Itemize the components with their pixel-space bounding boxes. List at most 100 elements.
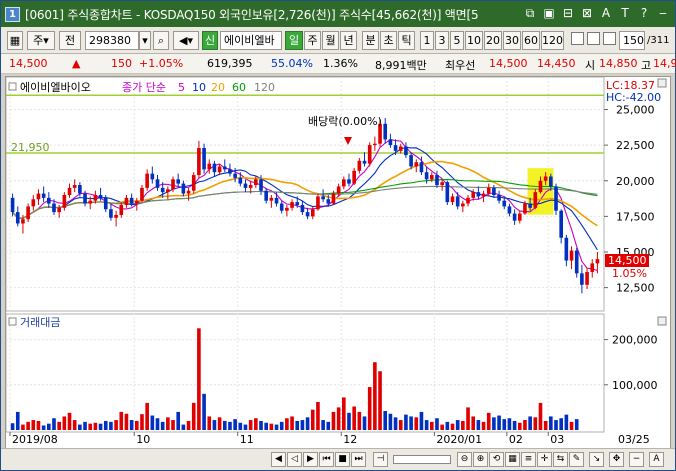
volume-bar bbox=[347, 412, 351, 430]
candle-body bbox=[450, 196, 455, 203]
interval-20-button[interactable]: 20 bbox=[484, 31, 502, 50]
option-checkbox-1[interactable] bbox=[571, 32, 584, 45]
candle-body bbox=[538, 180, 543, 193]
volume-bar bbox=[533, 417, 538, 430]
expand-icon[interactable]: ⊣ bbox=[373, 452, 388, 467]
volume-axis: 200,000 100,000 bbox=[604, 334, 658, 392]
compare-icon[interactable]: ⇆ bbox=[553, 452, 568, 467]
volume-bar bbox=[171, 420, 175, 430]
arrow-tool-icon[interactable]: ↘ bbox=[589, 452, 604, 467]
minus-zoom-icon[interactable]: − bbox=[629, 452, 644, 467]
zoom-out-icon[interactable]: ⊖ bbox=[457, 452, 472, 467]
interval-10-button[interactable]: 10 bbox=[465, 31, 483, 50]
candle-body bbox=[595, 259, 600, 264]
layout-icon[interactable]: ▣ bbox=[541, 5, 557, 21]
new-button[interactable]: 신 bbox=[202, 31, 218, 50]
candle-body bbox=[533, 192, 538, 208]
volume-pane[interactable] bbox=[5, 313, 605, 433]
stock-chart-svg[interactable]: 25,00022,50020,00017,50015,00012,500 200… bbox=[5, 76, 670, 448]
volume-pane-close-icon[interactable] bbox=[657, 316, 667, 326]
date-tick-label: 02 bbox=[509, 433, 523, 446]
split-icon[interactable]: ⊟ bbox=[560, 5, 576, 21]
candle-body bbox=[290, 202, 294, 208]
trade-amount: 8,991백만 bbox=[375, 59, 427, 72]
close-box-icon[interactable]: ⊠ bbox=[579, 5, 595, 21]
minimize-icon[interactable]: ‒ bbox=[655, 5, 671, 21]
bar-count-input[interactable]: 150 bbox=[619, 31, 645, 50]
interval-3-button[interactable]: 3 bbox=[435, 31, 449, 50]
volume-bar bbox=[300, 420, 305, 430]
candle-body bbox=[233, 173, 237, 178]
volume-bar bbox=[21, 424, 25, 430]
move-icon[interactable]: ✥ bbox=[609, 452, 624, 467]
font-size-icon[interactable]: A bbox=[598, 5, 614, 21]
volume-bar bbox=[264, 422, 268, 430]
volume-bar bbox=[398, 420, 403, 430]
volume-bar bbox=[41, 425, 46, 430]
interval-60-button[interactable]: 60 bbox=[522, 31, 540, 50]
volume-bar bbox=[321, 420, 325, 430]
stock-code-input[interactable]: 298380 bbox=[85, 31, 139, 50]
candle-body bbox=[67, 187, 72, 195]
draw-icon[interactable]: ✎ bbox=[569, 452, 584, 467]
candle-body bbox=[517, 213, 522, 221]
text-icon[interactable]: T bbox=[617, 5, 633, 21]
help-icon[interactable]: ? bbox=[636, 5, 652, 21]
period-second-button[interactable]: 초 bbox=[380, 31, 397, 50]
interval-120-button[interactable]: 120 bbox=[541, 31, 564, 50]
interval-30-button[interactable]: 30 bbox=[503, 31, 521, 50]
period-year-button[interactable]: 년 bbox=[340, 31, 357, 50]
scroll-first-icon[interactable]: ◀ bbox=[271, 452, 286, 467]
interval-5-button[interactable]: 5 bbox=[450, 31, 464, 50]
option-checkbox-3[interactable] bbox=[603, 32, 616, 45]
volume-bar bbox=[429, 421, 434, 430]
magnifier-icon[interactable]: ⌕ bbox=[153, 31, 169, 50]
period-day-button[interactable]: 일 bbox=[285, 31, 303, 50]
font-a-icon[interactable]: A bbox=[649, 452, 664, 467]
volume-bar bbox=[254, 418, 258, 430]
candle-body bbox=[424, 172, 429, 180]
speaker-icon[interactable]: ◀▾ bbox=[173, 31, 199, 50]
volume-bar bbox=[134, 420, 139, 430]
candle-body bbox=[243, 183, 248, 188]
period-minute-button[interactable]: 분 bbox=[362, 31, 379, 50]
candle-body bbox=[93, 195, 98, 201]
market-type-select[interactable]: 주▾ bbox=[27, 31, 55, 50]
candle-body bbox=[502, 200, 507, 207]
volume-ratio: 55.04% bbox=[271, 57, 313, 70]
volume-bar bbox=[78, 424, 82, 430]
chart-settings-icon[interactable]: ▦ bbox=[7, 31, 23, 50]
chart-area[interactable]: 25,000 22,500 20,000 17,500 15,000 12,500 200… bbox=[5, 76, 671, 449]
scroll-right-icon[interactable]: ⏭ bbox=[351, 452, 366, 467]
candle-body bbox=[347, 179, 351, 184]
interval-1-button[interactable]: 1 bbox=[420, 31, 434, 50]
zoom-slider[interactable] bbox=[393, 455, 451, 464]
price-pane-close-icon[interactable] bbox=[657, 78, 667, 88]
open-label: 시 bbox=[585, 59, 596, 72]
candle-body bbox=[409, 155, 413, 167]
crosshair-icon[interactable]: ✛ bbox=[537, 452, 552, 467]
candle-body bbox=[445, 182, 450, 203]
title-bar[interactable]: 1 [0601] 주식종합차트 - KOSDAQ150 외국인보유[2,726(… bbox=[1, 1, 675, 27]
period-week-button[interactable]: 주 bbox=[304, 31, 321, 50]
volume-bar bbox=[109, 421, 113, 430]
reset-view-icon[interactable]: ⟲ bbox=[489, 452, 504, 467]
period-tick-button[interactable]: 틱 bbox=[398, 31, 415, 50]
scroll-left-icon[interactable]: ⏮ bbox=[319, 452, 334, 467]
prev-button[interactable]: 전 bbox=[59, 31, 81, 50]
zoom-in-icon[interactable]: ▶ bbox=[303, 452, 318, 467]
volume-bar bbox=[512, 420, 517, 430]
period-month-button[interactable]: 월 bbox=[322, 31, 339, 50]
grid-view-icon[interactable]: ▦ bbox=[505, 452, 520, 467]
table-view-icon[interactable]: ≡ bbox=[521, 452, 536, 467]
stop-icon[interactable]: ■ bbox=[335, 452, 350, 467]
scroll-prev-icon[interactable]: ◁ bbox=[287, 452, 302, 467]
zoom-plus-icon[interactable]: ⊕ bbox=[473, 452, 488, 467]
candle-body bbox=[140, 187, 144, 201]
chevron-down-icon: ▾ bbox=[43, 34, 49, 47]
link-icon[interactable]: ⧉ bbox=[522, 5, 538, 21]
volume-bar bbox=[269, 423, 274, 430]
code-dropdown-icon[interactable]: ▾ bbox=[139, 31, 151, 50]
option-checkbox-2[interactable] bbox=[587, 32, 600, 45]
volume-bar bbox=[445, 421, 450, 430]
